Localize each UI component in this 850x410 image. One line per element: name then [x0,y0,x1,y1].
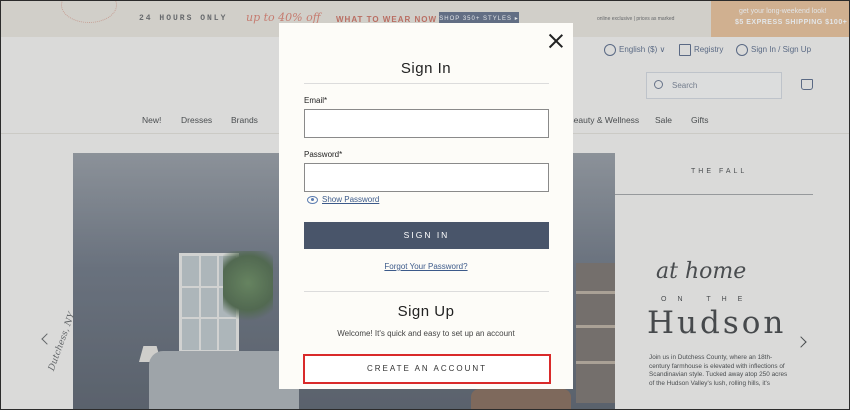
page-frame: 24 HOURS ONLY up to 40% off WHAT TO WEAR… [0,0,850,410]
email-field[interactable] [304,109,549,138]
divider [304,291,549,292]
welcome-text: Welcome! It's quick and easy to set up a… [337,329,515,338]
divider [304,83,549,84]
eye-icon [307,195,318,204]
sign-in-modal: Sign In Email* Password* Show Password S… [279,23,573,389]
sign-in-title: Sign In [400,60,452,77]
email-label: Email* [304,96,328,105]
password-field[interactable] [304,163,549,192]
show-password-label: Show Password [322,195,380,204]
sign-up-title: Sign Up [397,303,455,320]
password-label: Password* [304,150,343,159]
sign-in-button[interactable]: SIGN IN [304,222,549,249]
create-account-button[interactable]: CREATE AN ACCOUNT [303,354,551,384]
forgot-password-link[interactable]: Forgot Your Password? [279,262,573,271]
close-icon[interactable] [548,33,564,49]
show-password-toggle[interactable]: Show Password [307,195,379,204]
